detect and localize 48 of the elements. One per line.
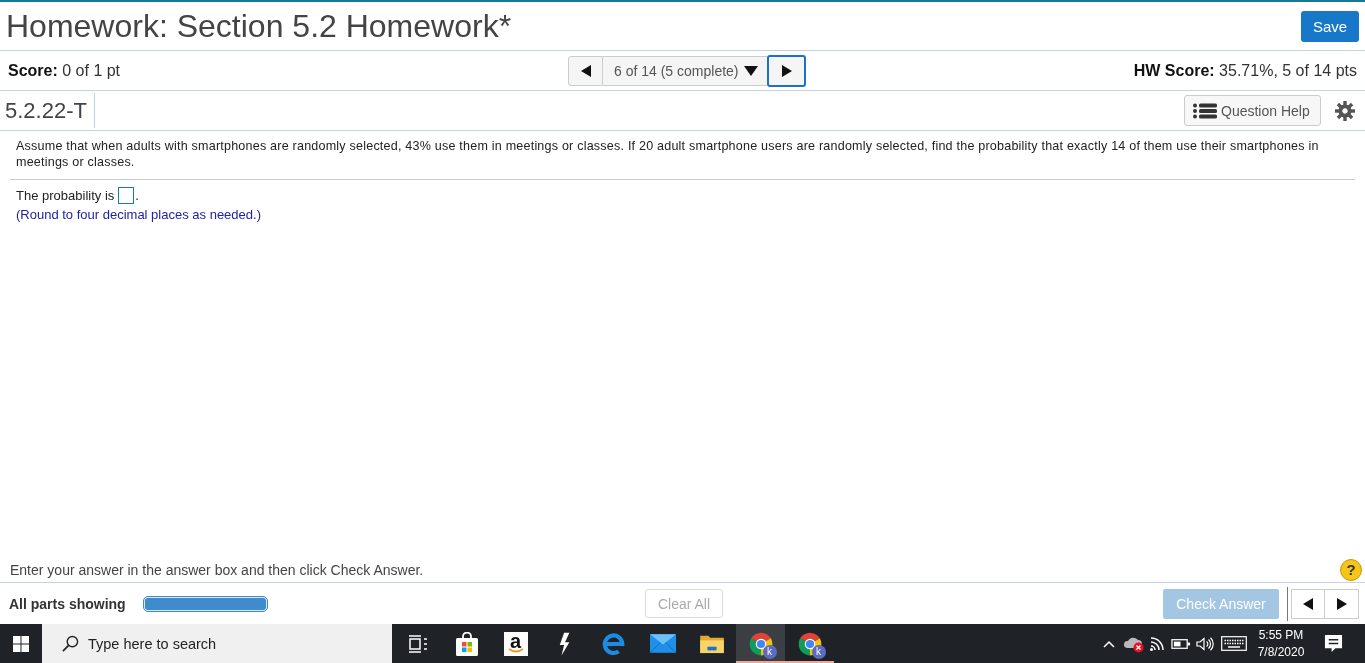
instruction-text: Enter your answer in the answer box and then click Check Answer. <box>10 561 424 578</box>
settings-icon[interactable] <box>1335 100 1355 121</box>
keyboard-icon[interactable] <box>1221 636 1247 651</box>
caret-down-icon <box>743 65 758 76</box>
parts-label: All parts showing <box>9 595 126 612</box>
envelope-icon[interactable] <box>649 634 676 653</box>
caret-right-icon <box>781 64 792 77</box>
list-icon <box>1193 102 1217 119</box>
taskbar-app-button[interactable]: k <box>785 624 834 663</box>
caret-right-icon <box>1336 597 1347 610</box>
page-title: Homework: Section 5.2 Homework* <box>6 8 512 44</box>
previous-part-button[interactable] <box>1291 588 1325 619</box>
answer-period: . <box>135 187 139 203</box>
bolt-icon[interactable] <box>557 631 572 656</box>
search-icon <box>62 635 79 652</box>
taskbar-app-button[interactable]: k <box>736 624 785 663</box>
question-text: Assume that when adults with smartphones are randomly selected, 43% use them in meetings or classes. If 20 adult smartphone users are randomly selected, find the probability that exactly 14 of them use their smartphones in meetings or classes. <box>15 138 1320 170</box>
battery-icon[interactable] <box>1171 637 1191 650</box>
next-question-button[interactable] <box>767 54 806 87</box>
letter-tile-icon[interactable]: a <box>503 631 528 656</box>
search-field[interactable]: Type here to search <box>42 624 392 663</box>
caret-left-icon <box>1303 597 1313 610</box>
question-help-button[interactable]: Question Help <box>1184 95 1321 126</box>
previous-question-button[interactable] <box>568 55 603 86</box>
rounding-hint: (Round to four decimal places as needed.) <box>15 207 262 223</box>
question-selector[interactable]: 6 of 14 (5 complete) <box>603 55 767 86</box>
start-menu-icon[interactable] <box>13 635 29 652</box>
next-part-button[interactable] <box>1325 588 1359 619</box>
clock-date[interactable]: 7/8/2020 <box>1257 643 1305 661</box>
homework-score-text: HW Score: 35.71%, 5 of 14 pts <box>1133 61 1357 80</box>
task-view-icon[interactable] <box>407 634 428 653</box>
e-logo-icon[interactable] <box>601 631 626 656</box>
answer-prompt: The probability is <box>16 187 115 203</box>
chevron-up-icon[interactable] <box>1103 639 1115 648</box>
folder-icon[interactable] <box>699 633 724 654</box>
notification-icon[interactable] <box>1323 634 1343 653</box>
shopping-bag-icon[interactable] <box>454 631 479 656</box>
color-wheel-icon[interactable] <box>747 630 774 657</box>
volume-icon[interactable] <box>1196 636 1214 651</box>
answer-box[interactable] <box>118 186 135 204</box>
wifi-icon[interactable] <box>1149 635 1165 652</box>
caret-left-icon <box>580 64 591 77</box>
save-button[interactable]: Save <box>1301 10 1359 42</box>
color-wheel-icon[interactable] <box>796 630 823 657</box>
score-text: Score: 0 of 1 pt <box>8 61 121 80</box>
help-icon[interactable]: ? <box>1340 558 1362 581</box>
clock-time[interactable]: 5:55 PM <box>1258 626 1304 644</box>
question-id: 5.2.22-T <box>4 97 88 124</box>
